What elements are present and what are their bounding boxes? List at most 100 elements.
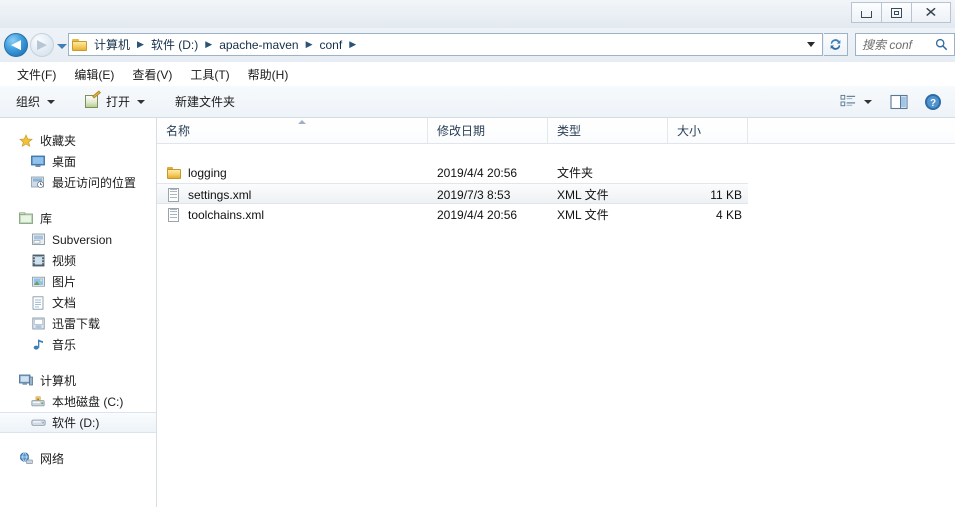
sidebar-group-libraries[interactable]: 库	[0, 208, 156, 229]
preview-pane-button[interactable]	[885, 90, 913, 114]
nav-top-spacer	[0, 118, 156, 130]
breadcrumb-item-computer[interactable]: 计算机	[92, 36, 132, 53]
maximize-icon	[891, 7, 902, 18]
breadcrumb-bar[interactable]: 计算机 ▶ 软件 (D:) ▶ apache-maven ▶ conf ▶	[68, 33, 823, 56]
library-icon	[18, 211, 34, 227]
preview-pane-icon	[890, 94, 908, 109]
menu-edit[interactable]: 编辑(E)	[65, 64, 123, 85]
file-name-cell[interactable]: settings.xml	[166, 184, 251, 205]
sidebar-group-label: 计算机	[40, 374, 77, 388]
xml-file-icon	[166, 207, 182, 223]
column-header-row: 名称 修改日期 类型 大小	[157, 118, 955, 144]
command-toolbar: 组织 打开 新建文件夹 ?	[0, 86, 955, 118]
sidebar-item-videos[interactable]: 视频	[0, 250, 156, 271]
sidebar-item-label: 视频	[52, 254, 77, 268]
menu-bar: 文件(F) 编辑(E) 查看(V) 工具(T) 帮助(H)	[0, 62, 955, 86]
sidebar-item-pictures[interactable]: 图片	[0, 271, 156, 292]
sidebar-item-music[interactable]: 音乐	[0, 334, 156, 355]
sidebar-group-computer[interactable]: 计算机	[0, 370, 156, 391]
menu-help[interactable]: 帮助(H)	[239, 64, 298, 85]
network-icon	[18, 451, 34, 467]
sidebar-group-label: 收藏夹	[40, 134, 77, 148]
sidebar-item-subversion[interactable]: Subversion	[0, 229, 156, 250]
file-date-cell: 2019/4/4 20:56	[437, 207, 518, 222]
sidebar-item-desktop[interactable]: 桌面	[0, 151, 156, 172]
organize-label: 组织	[16, 95, 41, 109]
open-button[interactable]: 打开	[77, 90, 153, 114]
breadcrumb-item-drive[interactable]: 软件 (D:)	[149, 36, 200, 53]
column-header-size[interactable]: 大小	[668, 118, 748, 143]
recent-places-icon	[30, 175, 46, 191]
music-icon	[30, 337, 46, 353]
back-arrow-icon: ◀	[11, 37, 21, 53]
column-header-date-modified[interactable]: 修改日期	[428, 118, 548, 143]
breadcrumb-separator-icon[interactable]: ▶	[200, 40, 217, 50]
sidebar-item-downloads[interactable]: 迅雷下载	[0, 313, 156, 334]
navigation-pane[interactable]: 收藏夹 桌面 最近访问的位置 库 Subversion 视频 图片 文档 迅雷下…	[0, 118, 157, 507]
breadcrumb-separator-icon[interactable]: ▶	[132, 40, 149, 50]
hdd-icon	[30, 415, 46, 431]
file-list-pane[interactable]: 名称 修改日期 类型 大小 logging 2019/4/4 20:56 文件夹	[157, 118, 955, 507]
new-folder-button[interactable]: 新建文件夹	[167, 90, 243, 114]
refresh-icon	[830, 39, 841, 50]
recent-pages-dropdown-icon[interactable]	[57, 44, 67, 49]
file-name-label: logging	[188, 165, 227, 180]
search-box[interactable]: 搜索 conf	[855, 33, 955, 56]
breadcrumb-item-conf[interactable]: conf	[318, 38, 345, 52]
svg-text:?: ?	[930, 98, 936, 109]
breadcrumb-separator-icon[interactable]: ▶	[301, 40, 318, 50]
search-icon	[935, 38, 948, 51]
refresh-button[interactable]	[824, 33, 848, 56]
file-name-label: toolchains.xml	[188, 207, 265, 222]
column-header-label: 修改日期	[437, 124, 486, 138]
chevron-down-icon	[864, 99, 872, 104]
table-row[interactable]: logging 2019/4/4 20:56 文件夹	[157, 162, 955, 183]
table-row[interactable]: settings.xml 2019/7/3 8:53 XML 文件 11 KB	[157, 183, 748, 204]
column-header-type[interactable]: 类型	[548, 118, 668, 143]
close-button[interactable]: ✕	[911, 2, 951, 23]
search-input[interactable]: 搜索 conf	[856, 36, 912, 53]
forward-arrow-icon: ▶	[37, 37, 47, 53]
table-row[interactable]: toolchains.xml 2019/4/4 20:56 XML 文件 4 K…	[157, 204, 955, 225]
column-header-name[interactable]: 名称	[157, 118, 428, 143]
sidebar-item-label: 图片	[52, 275, 77, 289]
help-button[interactable]: ?	[919, 90, 947, 114]
maximize-button[interactable]	[881, 2, 911, 23]
new-folder-label: 新建文件夹	[175, 95, 236, 109]
sidebar-item-label: 最近访问的位置	[52, 176, 137, 190]
sidebar-item-label: 文档	[52, 296, 77, 310]
sidebar-group-favorites[interactable]: 收藏夹	[0, 130, 156, 151]
breadcrumb-separator-icon[interactable]: ▶	[344, 40, 361, 50]
address-bar: ◀ ▶ 计算机 ▶ 软件 (D:) ▶ apache-maven ▶ conf …	[0, 28, 955, 62]
sidebar-group-network[interactable]: 网络	[0, 448, 156, 469]
back-button[interactable]: ◀	[4, 33, 28, 57]
title-bar: ✕	[0, 0, 955, 28]
file-date-cell: 2019/7/3 8:53	[437, 187, 511, 202]
sidebar-item-documents[interactable]: 文档	[0, 292, 156, 313]
sidebar-item-software-d[interactable]: 软件 (D:)	[0, 412, 156, 433]
forward-button[interactable]: ▶	[30, 33, 54, 57]
folder-icon	[72, 38, 88, 51]
menu-view[interactable]: 查看(V)	[123, 64, 181, 85]
breadcrumb-item-apache-maven[interactable]: apache-maven	[217, 38, 300, 52]
change-view-button[interactable]	[835, 90, 877, 114]
video-icon	[30, 253, 46, 269]
view-list-icon	[840, 94, 856, 107]
file-date-cell: 2019/4/4 20:56	[437, 165, 518, 180]
menu-tools[interactable]: 工具(T)	[181, 64, 238, 85]
sidebar-item-recent-places[interactable]: 最近访问的位置	[0, 172, 156, 193]
open-label: 打开	[106, 95, 131, 109]
subversion-icon	[30, 232, 46, 248]
sidebar-item-local-disk-c[interactable]: 本地磁盘 (C:)	[0, 391, 156, 412]
window-controls: ✕	[851, 2, 951, 24]
hdd-system-icon	[30, 394, 46, 410]
minimize-button[interactable]	[851, 2, 881, 23]
menu-file[interactable]: 文件(F)	[8, 64, 65, 85]
organize-button[interactable]: 组织	[8, 90, 63, 114]
file-name-cell[interactable]: toolchains.xml	[166, 204, 264, 225]
breadcrumb-history-dropdown-icon[interactable]	[807, 42, 815, 47]
computer-icon	[18, 373, 34, 389]
file-name-cell[interactable]: logging	[166, 162, 227, 183]
